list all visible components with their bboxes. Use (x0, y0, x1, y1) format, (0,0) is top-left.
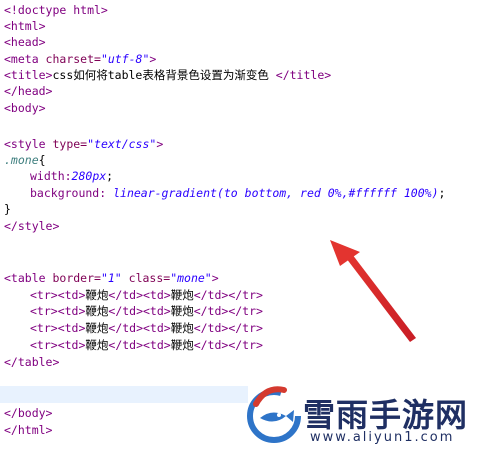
arrow-shaft (346, 254, 416, 342)
watermark: 雪雨手游网 www.aliyun1.com (244, 380, 500, 449)
watermark-url: www.aliyun1.com (310, 430, 455, 445)
watermark-logo-icon (247, 386, 301, 443)
